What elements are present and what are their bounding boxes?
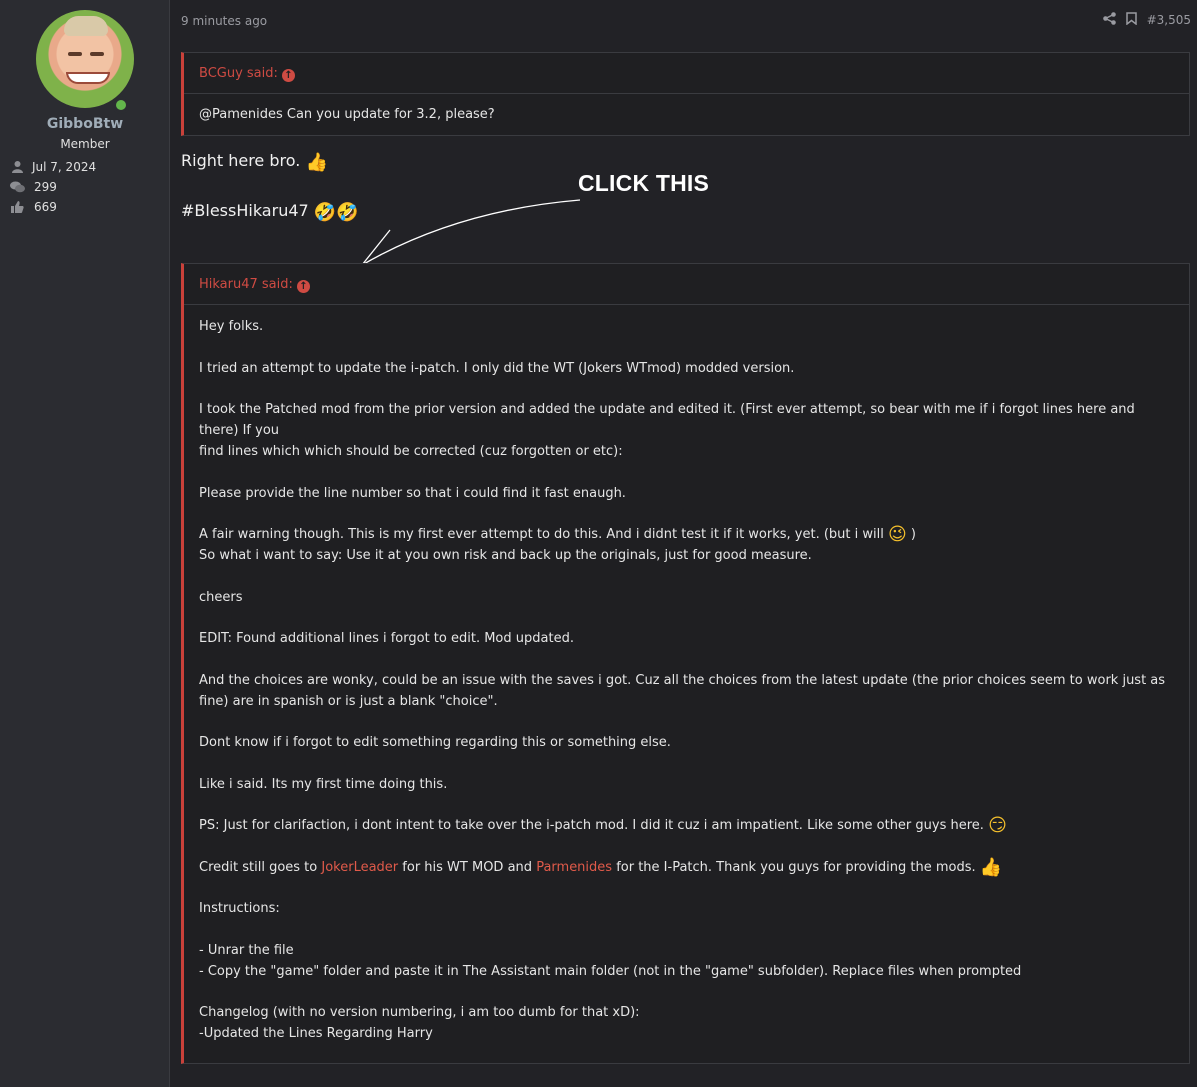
stat-reactions-value: 669 <box>34 200 57 214</box>
quote-header: BCGuy said: ↑ <box>184 53 1189 94</box>
thumbs-up-icon <box>10 201 24 213</box>
paragraph: And the choices are wonky, could be an i… <box>199 672 1166 709</box>
arrow-up-icon[interactable]: ↑ <box>281 69 295 82</box>
smirk-emoji-icon: 😏 <box>988 815 1007 836</box>
messages-icon <box>10 181 25 193</box>
user-link-jokerleader[interactable]: JokerLeader <box>321 860 398 875</box>
paragraph: A fair warning though. This is my first … <box>199 524 916 564</box>
paragraph: EDIT: Found additional lines i forgot to… <box>199 631 574 646</box>
post-number[interactable]: #3,505 <box>1147 13 1191 27</box>
paragraph: cheers <box>199 589 243 605</box>
paragraph: Please provide the line number so that i… <box>199 485 626 501</box>
paragraph: Hey folks. <box>199 319 264 334</box>
stat-messages-value: 299 <box>34 180 57 194</box>
annotation-label: CLICK THIS <box>578 170 710 196</box>
user-link-parmenides[interactable]: Parmenides <box>536 860 612 875</box>
thumbs-up-emoji-icon: 👍 <box>979 856 1003 878</box>
post-time[interactable]: 9 minutes ago <box>181 14 267 28</box>
paragraph: Changelog (with no version numbering, i … <box>199 1005 640 1041</box>
quote-block-bcguy: BCGuy said: ↑ @Pamenides Can you update f… <box>181 52 1190 136</box>
user-title: Member <box>60 137 110 151</box>
paragraph: Like i said. Its my first time doing thi… <box>199 776 448 792</box>
wink-emoji-icon: 😉 <box>888 524 907 545</box>
arrow-up-icon[interactable]: ↑ <box>296 280 310 293</box>
user-icon <box>10 161 24 173</box>
stat-reactions: 669 <box>10 200 57 214</box>
quote-text: Hey folks. I tried an attempt to update … <box>184 305 1189 1077</box>
paragraph: Dont know if i forgot to edit something … <box>199 735 671 750</box>
paragraph: I took the Patched mod from the prior ve… <box>199 402 1135 459</box>
thumbs-up-emoji-icon: 👍 <box>305 152 328 173</box>
message-line: Right here bro. 👍 <box>181 151 328 172</box>
stat-messages: 299 <box>10 180 57 194</box>
paragraph: - Unrar the file - Copy the "game" folder… <box>199 942 1022 979</box>
quote-author[interactable]: Hikaru47 said: <box>199 277 293 292</box>
quote-author[interactable]: BCGuy said: <box>199 66 278 81</box>
bookmark-icon[interactable] <box>1125 12 1137 28</box>
paragraph: PS: Just for clarifaction, i dont intent… <box>199 815 1007 836</box>
online-status-icon <box>112 96 130 114</box>
paragraph: Instructions: <box>199 901 280 916</box>
username[interactable]: GibboBtw <box>0 116 170 132</box>
quote-text: @Pamenides Can you update for 3.2, pleas… <box>199 107 495 122</box>
post-actions: #3,505 <box>1102 12 1191 28</box>
user-sidebar: GibboBtw Member Jul 7, 2024 299 669 <box>0 0 170 1087</box>
message-text: Right here bro. <box>181 151 301 170</box>
share-icon[interactable] <box>1102 12 1116 28</box>
paragraph: I tried an attempt to update the i-patch… <box>199 360 795 376</box>
avatar[interactable] <box>36 10 134 114</box>
paragraph: Credit still goes to JokerLeader for his… <box>199 856 1003 878</box>
stat-joined: Jul 7, 2024 <box>10 160 96 174</box>
post-header: 9 minutes ago #3,505 <box>181 12 1191 30</box>
message-line: #BlessHikaru47 🤣🤣 <box>181 201 359 222</box>
stat-joined-value: Jul 7, 2024 <box>32 160 97 174</box>
quote-block-hikaru47: Hikaru47 said: ↑ Hey folks. I tried an at… <box>181 263 1190 1064</box>
quote-header: Hikaru47 said: ↑ <box>184 264 1189 305</box>
message-text: #BlessHikaru47 <box>181 201 309 220</box>
